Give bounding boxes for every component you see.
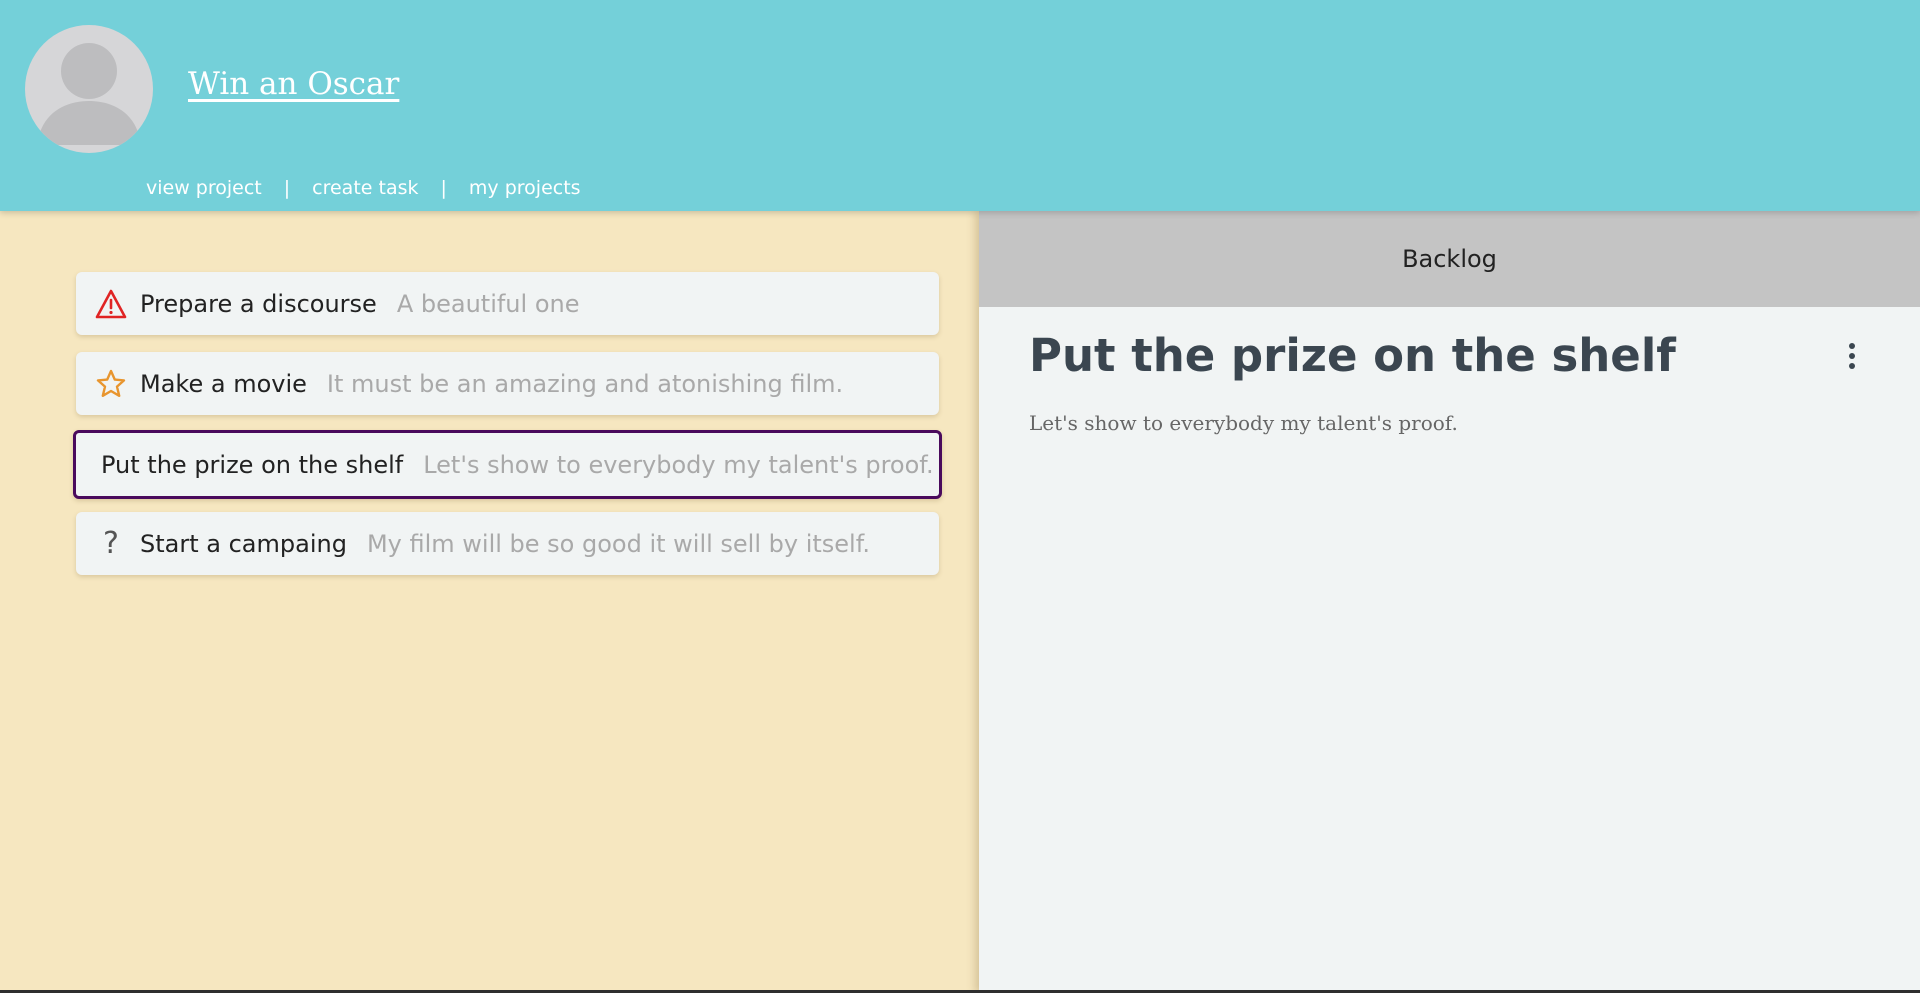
nav-separator: | — [440, 177, 447, 199]
task-card[interactable]: Prepare a discourse A beautiful one — [76, 272, 939, 335]
task-title: Put the prize on the shelf — [101, 450, 404, 479]
task-card[interactable]: Make a movie It must be an amazing and a… — [76, 352, 939, 415]
app-header: Win an Oscar view project | create task … — [0, 0, 1920, 211]
task-detail-title: Put the prize on the shelf — [1029, 329, 1676, 382]
more-options-button[interactable] — [1842, 339, 1862, 373]
kebab-menu-icon — [1849, 343, 1855, 369]
warning-icon — [94, 287, 128, 321]
task-list-pane: Prepare a discourse A beautiful one Make… — [0, 211, 978, 993]
task-card-selected[interactable]: Put the prize on the shelf Let's show to… — [73, 430, 942, 499]
task-description: A beautiful one — [396, 289, 580, 318]
avatar[interactable] — [25, 25, 153, 153]
task-detail-description: Let's show to everybody my talent's proo… — [1029, 411, 1458, 435]
question-glyph: ? — [103, 525, 119, 561]
nav-separator: | — [283, 177, 291, 199]
column-name: Backlog — [1402, 245, 1497, 273]
task-title: Make a movie — [140, 369, 307, 398]
user-silhouette-icon — [37, 43, 141, 145]
question-icon: ? — [94, 527, 128, 561]
project-nav: view project | create task | my projects — [146, 177, 581, 199]
create-task-link[interactable]: create task — [312, 177, 418, 199]
project-title-link[interactable]: Win an Oscar — [188, 66, 399, 102]
task-description: Let's show to everybody my talent's proo… — [423, 450, 934, 479]
column-header: Backlog — [979, 211, 1920, 307]
task-description: My film will be so good it will sell by … — [366, 529, 871, 558]
task-detail-pane: Backlog Put the prize on the shelf Let's… — [979, 211, 1920, 993]
star-icon — [94, 367, 128, 401]
my-projects-link[interactable]: my projects — [469, 177, 581, 199]
view-project-link[interactable]: view project — [146, 177, 262, 199]
task-title: Prepare a discourse — [140, 289, 377, 318]
task-card[interactable]: ? Start a campaing My film will be so go… — [76, 512, 939, 575]
task-description: It must be an amazing and atonishing fil… — [326, 369, 844, 398]
task-title: Start a campaing — [140, 529, 347, 558]
